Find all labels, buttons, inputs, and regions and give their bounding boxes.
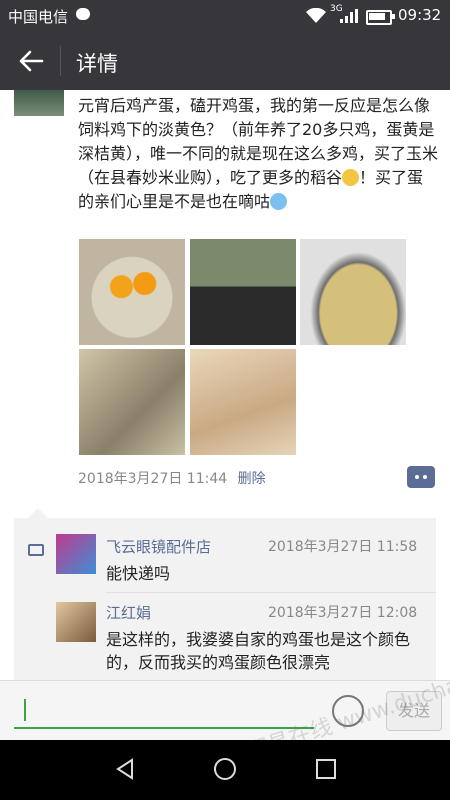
commenter-avatar[interactable] (56, 602, 96, 642)
nav-home-icon[interactable] (214, 758, 236, 780)
comment-divider (106, 592, 436, 593)
smile-emoji-icon (342, 169, 360, 186)
nav-back-icon[interactable] (114, 758, 136, 780)
egg-yolks-photo[interactable] (79, 239, 185, 345)
comment-icon (28, 544, 44, 556)
text-caret (24, 699, 26, 721)
commenter-avatar[interactable] (56, 534, 96, 574)
delete-link[interactable]: 删除 (238, 471, 266, 487)
feed-photo[interactable] (79, 349, 185, 455)
grain-bucket-photo[interactable] (300, 239, 406, 345)
commenter-name[interactable]: 飞云眼镜配件店 (106, 536, 211, 557)
wifi-icon (306, 8, 326, 23)
wechat-notification-icon (76, 8, 90, 20)
comment-area: 飞云眼镜配件店 2018年3月27日 11:58 能快递吗 江红娟 2018年3… (14, 508, 436, 680)
comment-text: 是这样的，我婆婆自家的鸡蛋也是这个颜色的，反而我买的鸡蛋颜色很漂亮 (106, 630, 411, 672)
signal-icon (340, 9, 358, 23)
commenter-name[interactable]: 江红娟 (106, 602, 151, 623)
status-bar: 中国电信 3G 09:32 (0, 0, 450, 32)
author-avatar[interactable] (14, 90, 64, 116)
back-arrow-icon[interactable] (16, 46, 46, 76)
comment-time: 2018年3月27日 12:08 (268, 605, 418, 621)
chickens-photo[interactable] (190, 239, 296, 345)
post-meta: 2018年3月27日 11:44 删除 (78, 468, 266, 488)
page-title: 详情 (76, 52, 118, 76)
title-divider (60, 46, 61, 76)
carrier-label: 中国电信 (8, 8, 69, 26)
comment-menu-button[interactable] (407, 466, 435, 488)
system-nav-bar (0, 740, 450, 800)
post-timestamp: 2018年3月27日 11:44 (78, 471, 228, 487)
title-bar: 详情 (0, 32, 450, 90)
grain-sacks-photo[interactable] (190, 349, 296, 455)
clock: 09:32 (398, 6, 442, 24)
comment-input[interactable] (14, 693, 314, 729)
battery-icon (366, 10, 395, 25)
cry-emoji-icon (270, 193, 288, 210)
nav-recents-icon[interactable] (316, 759, 336, 779)
moment-detail: 元宵后鸡产蛋，磕开鸡蛋，我的第一反应是怎么像饲料鸡下的淡黄色？（前年养了20多只… (0, 90, 450, 680)
comment-time: 2018年3月27日 11:58 (268, 539, 418, 555)
comment-text: 能快递吗 (106, 564, 171, 583)
post-text: 元宵后鸡产蛋，磕开鸡蛋，我的第一反应是怎么像饲料鸡下的淡黄色？（前年养了20多只… (78, 94, 438, 214)
